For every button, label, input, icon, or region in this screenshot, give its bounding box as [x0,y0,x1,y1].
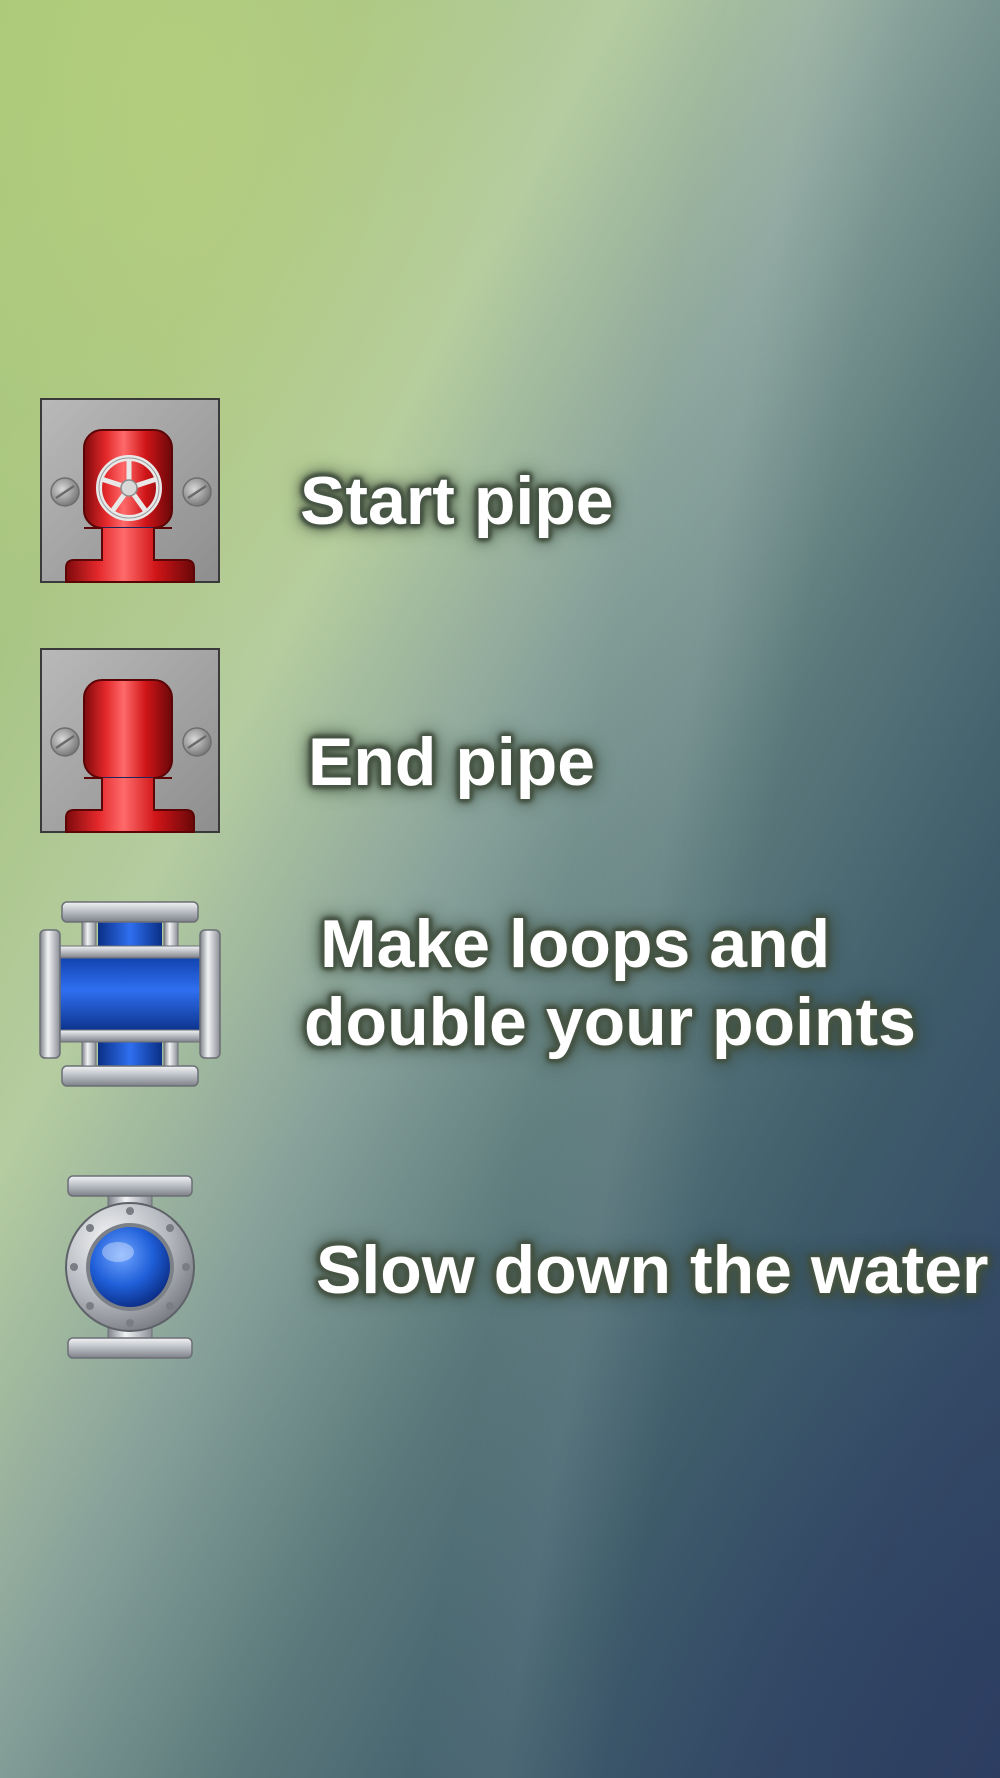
end-pipe-icon [40,648,220,833]
loops-label-line-2: double your points [304,984,916,1060]
start-pipe-icon [40,398,220,583]
slow-valve-icon [65,1175,195,1359]
background-sheen [0,0,1000,1778]
cross-pipe-icon [39,901,221,1087]
loops-label-line-1: Make loops and [320,906,831,982]
end-pipe-label: End pipe [308,724,596,800]
slow-water-label: Slow down the water [316,1232,989,1308]
start-pipe-label: Start pipe [300,463,614,539]
loops-label: Make loops and double your points [304,905,916,1061]
